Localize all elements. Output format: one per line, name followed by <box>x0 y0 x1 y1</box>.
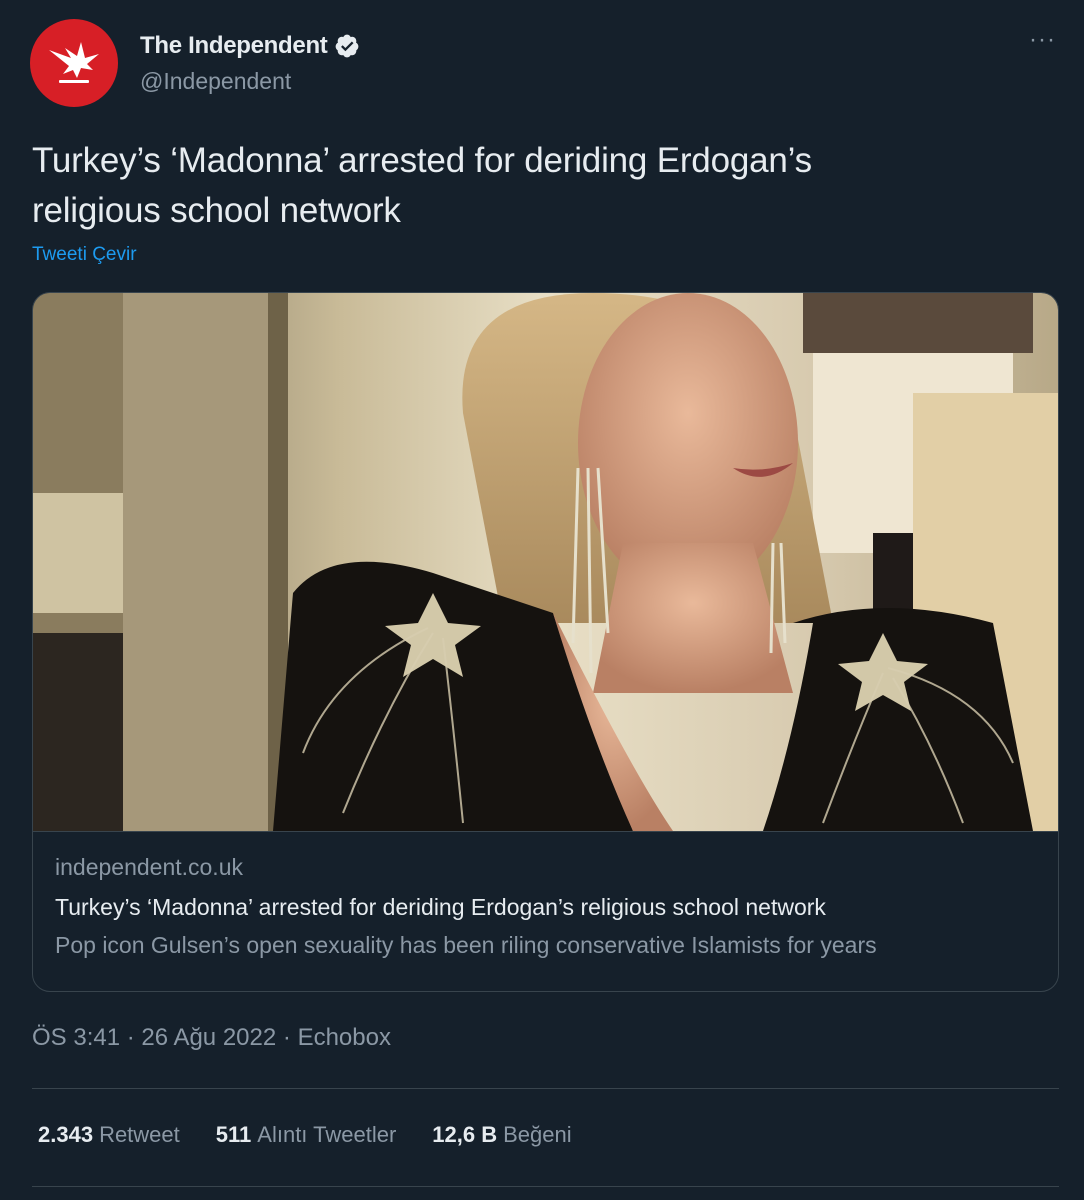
stat-number: 12,6 B <box>432 1122 498 1147</box>
tweet-detail: The Independent @Independent ··· Turkey’… <box>0 0 1084 1200</box>
card-photo[interactable] <box>33 293 1059 831</box>
divider <box>32 1186 1059 1187</box>
card-description: Pop icon Gulsen’s open sexuality has bee… <box>55 932 877 958</box>
like-count[interactable]: 12,6 B Beğeni <box>432 1122 571 1148</box>
tweet-source[interactable]: Echobox <box>298 1024 391 1051</box>
more-options-icon[interactable]: ··· <box>1029 26 1056 54</box>
link-card[interactable]: independent.co.uk Turkey’s ‘Madonna’ arr… <box>32 292 1059 992</box>
stat-label: Retweet <box>99 1122 180 1147</box>
independent-eagle-logo-icon <box>49 42 99 83</box>
card-title: Turkey’s ‘Madonna’ arrested for deriding… <box>55 894 826 920</box>
tweet-text-line: Turkey’s ‘Madonna’ arrested for deriding… <box>32 141 812 180</box>
retweet-count[interactable]: 2.343 Retweet <box>38 1122 180 1148</box>
tweet-time[interactable]: ÖS 3:41 <box>32 1024 120 1051</box>
tweet-text: Turkey’s ‘Madonna’ arrested for deriding… <box>32 136 1042 236</box>
divider <box>32 1088 1059 1089</box>
stat-number: 2.343 <box>38 1122 94 1147</box>
translate-tweet-link[interactable]: Tweeti Çevir <box>32 244 137 266</box>
meta-separator: · <box>126 1024 142 1051</box>
tweet-header: The Independent @Independent <box>30 18 360 108</box>
verified-badge-icon <box>335 34 358 57</box>
stat-label: Beğeni <box>503 1122 572 1147</box>
card-info: independent.co.uk Turkey’s ‘Madonna’ arr… <box>33 831 1058 991</box>
tweet-meta: ÖS 3:41 · 26 Ağu 2022 · Echobox <box>32 1024 391 1052</box>
stat-label: Alıntı Tweetler <box>257 1122 397 1147</box>
stat-number: 511 <box>215 1122 252 1147</box>
tweet-text-line: religious school network <box>32 191 401 230</box>
quote-tweet-count[interactable]: 511 Alıntı Tweetler <box>216 1122 397 1148</box>
card-domain: independent.co.uk <box>55 854 243 880</box>
avatar[interactable] <box>30 19 118 107</box>
tweet-stats: 2.343 Retweet 511 Alıntı Tweetler 12,6 B Be… <box>38 1122 608 1148</box>
tweet-date[interactable]: 26 Ağu 2022 <box>141 1024 276 1051</box>
author-handle[interactable]: @Independent <box>140 68 360 95</box>
meta-separator: · <box>282 1024 298 1051</box>
author-names: The Independent @Independent <box>140 32 360 95</box>
display-name-row[interactable]: The Independent <box>140 32 360 60</box>
display-name[interactable]: The Independent <box>140 32 328 60</box>
